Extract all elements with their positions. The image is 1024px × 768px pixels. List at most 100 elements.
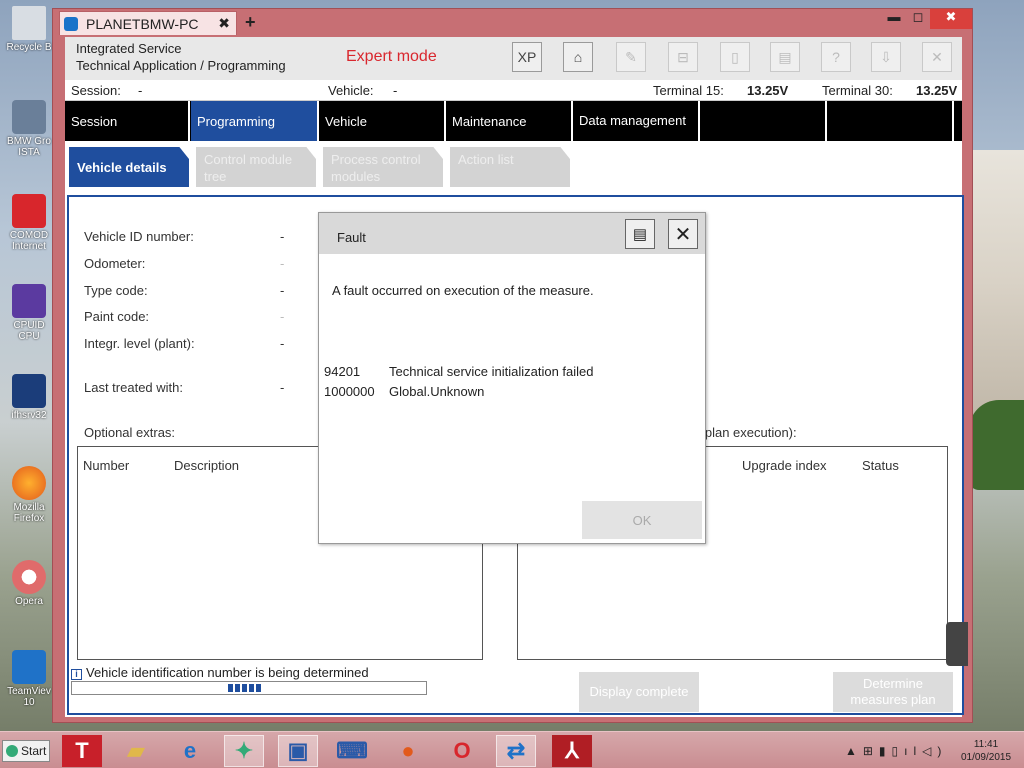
download-button[interactable]: ⇩ [871, 42, 901, 72]
integr-level-label: Integr. level (plant): [84, 336, 195, 351]
tab-control-module-tree[interactable]: Control module tree [196, 147, 316, 187]
terminal30-value: 13.25V [916, 83, 958, 98]
dialog-print-button[interactable]: ▤ [625, 219, 655, 249]
determine-measures-plan-button[interactable]: Determine measures plan [833, 672, 953, 712]
taskbar-opera[interactable]: O [442, 735, 482, 767]
display-complete-button[interactable]: Display complete [579, 672, 699, 712]
xp-button[interactable]: XP [512, 42, 542, 72]
desktop-icon-ifhsrv[interactable]: ifhsrv32 [4, 374, 54, 421]
measures-plan-label: e plan execution): [694, 425, 797, 440]
teamviewer-icon [12, 650, 46, 684]
desktop-icon-comodo[interactable]: COMOD Internet [4, 194, 54, 252]
ista-icon [12, 100, 46, 134]
window-close-button[interactable]: ✖ [930, 9, 972, 29]
home-button[interactable]: ⌂ [563, 42, 593, 72]
system-tray[interactable]: ▲⊞▮▯ıl◁) [845, 744, 947, 758]
desktop-icon-label: BMW Gro ISTA [7, 136, 51, 158]
desktop-icon-label: Mozilla Firefox [13, 502, 45, 524]
print-button[interactable]: ▤ [770, 42, 800, 72]
desktop-icon-cpuid[interactable]: CPUID CPU [4, 284, 54, 342]
desktop-wallpaper-tree [969, 400, 1024, 490]
odometer-value: - [280, 256, 285, 271]
download-icon: ⇩ [880, 48, 892, 65]
desktop-icon-label: CPUID CPU [13, 320, 45, 342]
tab-process-control-modules[interactable]: Process control modules [323, 147, 443, 187]
t-app-icon: T [75, 738, 89, 763]
opera-icon [12, 560, 46, 594]
help-label: ? [832, 49, 840, 65]
house-icon: ⌂ [573, 49, 583, 65]
type-code-value: - [280, 283, 285, 298]
tab-action-list[interactable]: Action list [450, 147, 570, 187]
opera-icon: O [453, 738, 471, 763]
paint-code-label: Paint code: [84, 309, 150, 324]
side-panel-handle[interactable] [946, 622, 968, 666]
window-tab-bar: PLANETBMW-PC ✖ + ▬ ◻ ✖ [53, 9, 972, 35]
fault-dialog: Fault ▤ ✕ A fault occurred on execution … [318, 212, 706, 544]
xp-label: XP [517, 49, 537, 65]
taskbar-explorer[interactable]: ▰ [116, 735, 156, 767]
wrench-icon: ✎ [625, 48, 637, 65]
menu-empty-1[interactable] [700, 101, 827, 141]
app-close-button[interactable]: ✕ [922, 42, 952, 72]
desktop-icon-ista[interactable]: BMW Gro ISTA [4, 100, 54, 158]
odometer-label: Odometer: [84, 256, 146, 271]
start-orb-icon [6, 745, 18, 757]
new-tab-button[interactable]: + [245, 12, 256, 33]
dialog-close-button[interactable]: ✕ [668, 219, 698, 249]
menu-session[interactable]: Session [65, 101, 190, 141]
tab-vehicle-details[interactable]: Vehicle details [69, 147, 189, 187]
keyboard-icon: ⌨ [336, 738, 368, 763]
taskbar-app-6[interactable]: ⌨ [332, 735, 372, 767]
desktop-icon-firefox[interactable]: Mozilla Firefox [4, 466, 54, 524]
close-label: ✕ [931, 48, 943, 65]
desktop-icon-opera[interactable]: Opera [4, 560, 54, 607]
folder-icon: ▰ [127, 738, 145, 763]
screenshot-button[interactable]: ▯ [720, 42, 750, 72]
info-icon: i [71, 669, 82, 680]
progress-fill [228, 684, 263, 692]
close-icon: ✕ [674, 223, 692, 246]
app-header: Integrated Service Technical Application… [65, 37, 962, 80]
acrobat-icon: ⅄ [565, 738, 579, 763]
desktop-icon-recycle-bin[interactable]: Recycle B [4, 6, 54, 53]
tab-close-icon[interactable]: ✖ [218, 15, 230, 32]
fault-row: 94201 Technical service initialization fa… [324, 364, 594, 379]
help-button[interactable]: ? [821, 42, 851, 72]
desktop-icon-teamviewer[interactable]: TeamViev 10 [4, 650, 54, 708]
desktop-icon-label: TeamViev 10 [7, 686, 51, 708]
taskbar-t-app[interactable]: T [62, 735, 102, 767]
taskbar: Start T ▰ e ✦ ▣ ⌨ ● O ⇄ ⅄ ▲⊞▮▯ıl◁) 11:41… [0, 731, 1024, 768]
start-button[interactable]: Start [2, 740, 50, 762]
menu-empty-2[interactable] [827, 101, 954, 141]
fault-code: 94201 [324, 364, 361, 379]
maximize-button[interactable]: ◻ [903, 9, 933, 29]
ok-button[interactable]: OK [582, 501, 702, 539]
taskbar-acrobat[interactable]: ⅄ [552, 735, 592, 767]
fault-text: Technical service initialization failed [389, 364, 594, 379]
print-icon: ▤ [778, 48, 792, 65]
paint-code-value: - [280, 309, 285, 324]
taskbar-app-4[interactable]: ✦ [224, 735, 264, 767]
ifhsrv-icon [12, 374, 46, 408]
recycle-bin-icon [12, 6, 46, 40]
session-tab[interactable]: PLANETBMW-PC ✖ [59, 11, 237, 35]
firefox-icon: ● [401, 738, 415, 763]
taskbar-ie[interactable]: e [170, 735, 210, 767]
menu-maintenance[interactable]: Maintenance [446, 101, 573, 141]
taskbar-app-5[interactable]: ▣ [278, 735, 318, 767]
column-description: Description [174, 458, 240, 473]
taskbar-firefox[interactable]: ● [388, 735, 428, 767]
column-upgrade-index: Upgrade index [742, 458, 827, 473]
clock[interactable]: 11:41 01/09/2015 [955, 738, 1017, 764]
desktop-icon-label: ifhsrv32 [11, 410, 47, 421]
taskbar-teamviewer[interactable]: ⇄ [496, 735, 536, 767]
menu-data-management[interactable]: Data management [573, 101, 700, 141]
session-label: Session: [71, 83, 121, 98]
wrench-button[interactable]: ✎ [616, 42, 646, 72]
menu-programming[interactable]: Programming [191, 101, 319, 141]
clock-time: 11:41 [973, 739, 999, 750]
app-title-line1: Integrated Service [76, 41, 182, 56]
compare-button[interactable]: ⊟ [668, 42, 698, 72]
menu-vehicle[interactable]: Vehicle [319, 101, 446, 141]
